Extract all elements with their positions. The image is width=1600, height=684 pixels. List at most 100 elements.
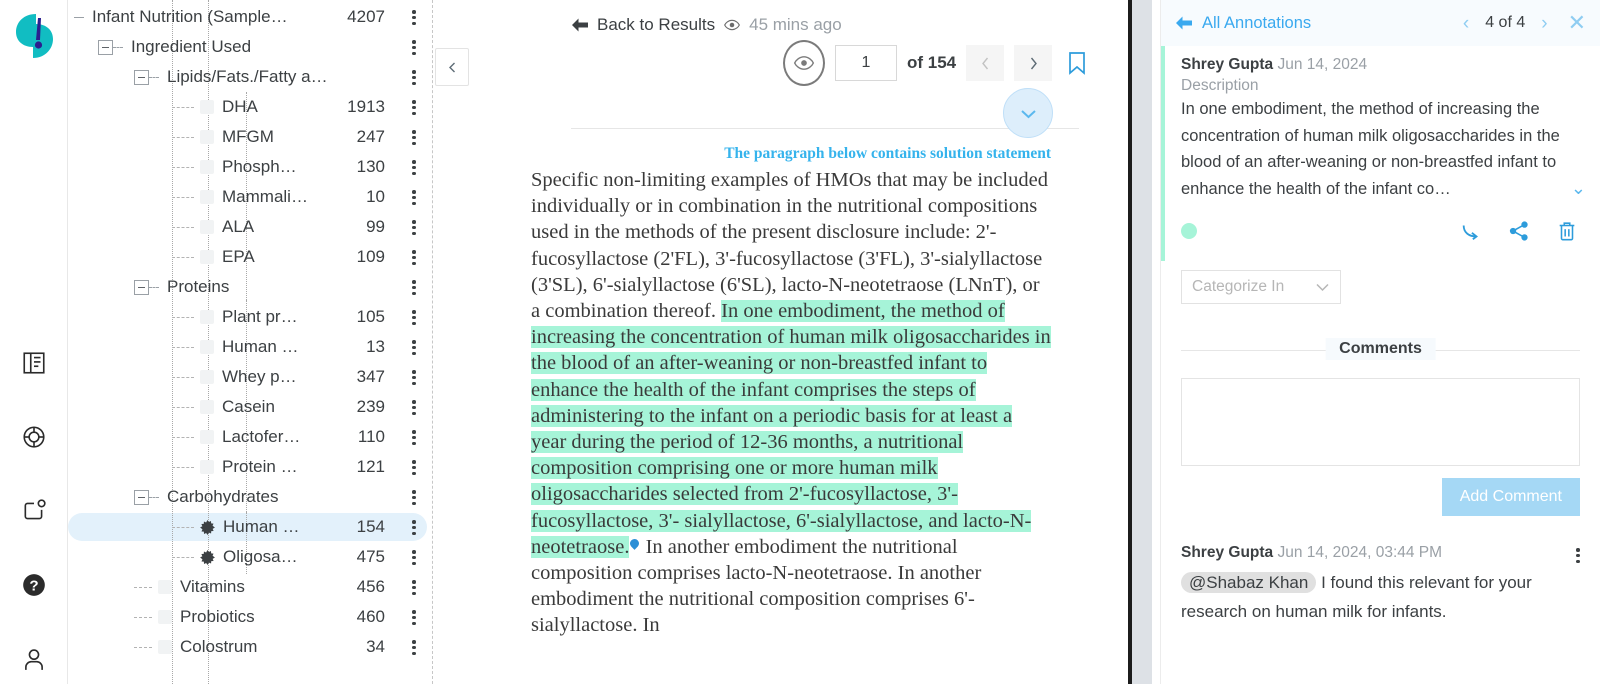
tree-checkbox[interactable] (200, 130, 214, 144)
tree-checkbox[interactable] (200, 220, 214, 234)
tree-row-menu-button[interactable] (412, 248, 416, 266)
tree-row-menu-button[interactable] (412, 98, 416, 116)
tree-toggle[interactable] (98, 39, 113, 55)
tree-row[interactable]: Lipids/Fats./Fatty a… (68, 62, 433, 92)
tree-row-menu-button[interactable] (412, 548, 416, 566)
close-panel-button[interactable]: ✕ (1568, 12, 1586, 34)
comment-mention[interactable]: @Shabaz Khan (1181, 572, 1317, 593)
annotation-color-dot[interactable] (1181, 223, 1197, 239)
tree-row[interactable]: Human … 13 (68, 332, 433, 362)
comment-text: @Shabaz Khan I found this relevant for y… (1181, 572, 1532, 621)
tree-row-menu-button[interactable] (412, 68, 416, 86)
library-icon[interactable] (21, 350, 47, 376)
tree-row[interactable]: ALA 99 (68, 212, 433, 242)
share-icon[interactable] (1508, 220, 1530, 242)
tree-row-menu-button[interactable] (412, 158, 416, 176)
tree-row-menu-button[interactable] (412, 578, 416, 596)
chevron-down-icon[interactable]: ⌄ (1571, 175, 1586, 202)
tree-toggle[interactable] (134, 279, 149, 295)
help-icon[interactable]: ? (21, 572, 47, 598)
tree-row[interactable]: Carbohydrates (68, 482, 433, 512)
tree-checkbox[interactable] (158, 640, 172, 654)
tree-checkbox[interactable] (200, 460, 214, 474)
page-number-input[interactable] (835, 45, 897, 81)
previous-annotation-button[interactable]: ‹ (1463, 14, 1469, 33)
target-icon[interactable] (21, 424, 47, 450)
tree-row-menu-button[interactable] (412, 608, 416, 626)
tree-row-menu-button[interactable] (412, 338, 416, 356)
tree-row-menu-button[interactable] (412, 308, 416, 326)
next-page-button[interactable] (1014, 45, 1053, 81)
tree-row-menu-button[interactable] (412, 8, 416, 26)
tree-row[interactable]: Casein 239 (68, 392, 433, 422)
tree-checkbox[interactable] (158, 580, 172, 594)
tree-row-menu-button[interactable] (412, 368, 416, 386)
tree-checkbox[interactable] (200, 100, 214, 114)
tree-row[interactable]: EPA 109 (68, 242, 433, 272)
tree-row[interactable]: Lactofer… 110 (68, 422, 433, 452)
tree-row[interactable]: Vitamins 456 (68, 572, 433, 602)
tree-checkbox[interactable] (200, 160, 214, 174)
previous-page-button[interactable] (966, 45, 1005, 81)
tree-row-menu-button[interactable] (412, 128, 416, 146)
comment-input[interactable] (1181, 378, 1580, 466)
tree-row-menu-button[interactable] (412, 398, 416, 416)
tree-connector (74, 16, 84, 18)
tree-row-label: Proteins (167, 277, 230, 296)
add-comment-button[interactable]: Add Comment (1441, 478, 1580, 516)
tree-row[interactable]: Phosph… 130 (68, 152, 433, 182)
toggle-preview-button[interactable] (783, 40, 825, 86)
tree-row[interactable]: Oligosa… 475 (68, 542, 433, 572)
app-logo[interactable] (14, 12, 56, 60)
tree-row[interactable]: Colostrum 34 (68, 632, 433, 662)
tree-row-menu-button[interactable] (412, 218, 416, 236)
tree-row-label: EPA (222, 247, 255, 266)
tree-row-menu-button[interactable] (412, 278, 416, 296)
bookmark-icon[interactable] (1066, 51, 1088, 75)
comment-menu-button[interactable] (1576, 546, 1580, 565)
tree-checkbox[interactable] (200, 190, 214, 204)
next-annotation-button[interactable]: › (1541, 14, 1547, 33)
tree-row[interactable]: Proteins (68, 272, 433, 302)
categorize-in-dropdown[interactable]: Categorize In (1181, 270, 1341, 304)
tree-row[interactable]: DHA 1913 (68, 92, 433, 122)
tree-row[interactable]: Protein … 121 (68, 452, 433, 482)
tree-checkbox[interactable] (200, 370, 214, 384)
tree-checkbox[interactable] (200, 400, 214, 414)
tree-row[interactable]: Mammali… 10 (68, 182, 433, 212)
collapse-left-panel-button[interactable] (435, 48, 469, 86)
tree-row[interactable]: MFGM 247 (68, 122, 433, 152)
tree-row-menu-button[interactable] (412, 488, 416, 506)
tree-row[interactable]: Whey p… 347 (68, 362, 433, 392)
tree-toggle[interactable] (134, 489, 149, 505)
tree-checkbox[interactable] (158, 610, 172, 624)
back-to-results-button[interactable]: Back to Results (571, 15, 715, 35)
tree-row-menu-button[interactable] (412, 428, 416, 446)
document-paragraph: Specific non-limiting examples of HMOs t… (531, 167, 1051, 639)
tree-checkbox[interactable] (200, 310, 214, 324)
tree-row-menu-button[interactable] (412, 188, 416, 206)
tree-row-menu-button[interactable] (412, 458, 416, 476)
solution-statement-note: The paragraph below contains solution st… (724, 145, 1051, 162)
document-scrollbar-track[interactable] (1132, 0, 1152, 684)
all-annotations-button[interactable]: All Annotations (1175, 14, 1311, 33)
tree-row[interactable]: Ingredient Used (68, 32, 433, 62)
user-icon[interactable] (21, 646, 47, 672)
tree-row-menu-button[interactable] (412, 518, 416, 536)
entity-burst-icon (200, 549, 215, 565)
reply-icon[interactable] (1460, 220, 1482, 242)
expand-section-button[interactable] (1003, 88, 1053, 138)
tree-checkbox[interactable] (200, 340, 214, 354)
tree-toggle[interactable] (134, 69, 149, 85)
delete-icon[interactable] (1556, 220, 1578, 242)
tree-row-menu-button[interactable] (412, 638, 416, 656)
tree-checkbox[interactable] (200, 430, 214, 444)
tree-row[interactable]: Human … 154 (68, 512, 433, 542)
tree-row-menu-button[interactable] (412, 38, 416, 56)
tree-row[interactable]: Infant Nutrition (Sample… 4207 (68, 2, 433, 32)
notifications-icon[interactable] (21, 498, 47, 524)
highlighted-passage[interactable]: In one embodiment, the method of increas… (531, 300, 1051, 558)
tree-row[interactable]: Probiotics 460 (68, 602, 433, 632)
tree-row[interactable]: Plant pr… 105 (68, 302, 433, 332)
tree-checkbox[interactable] (200, 250, 214, 264)
